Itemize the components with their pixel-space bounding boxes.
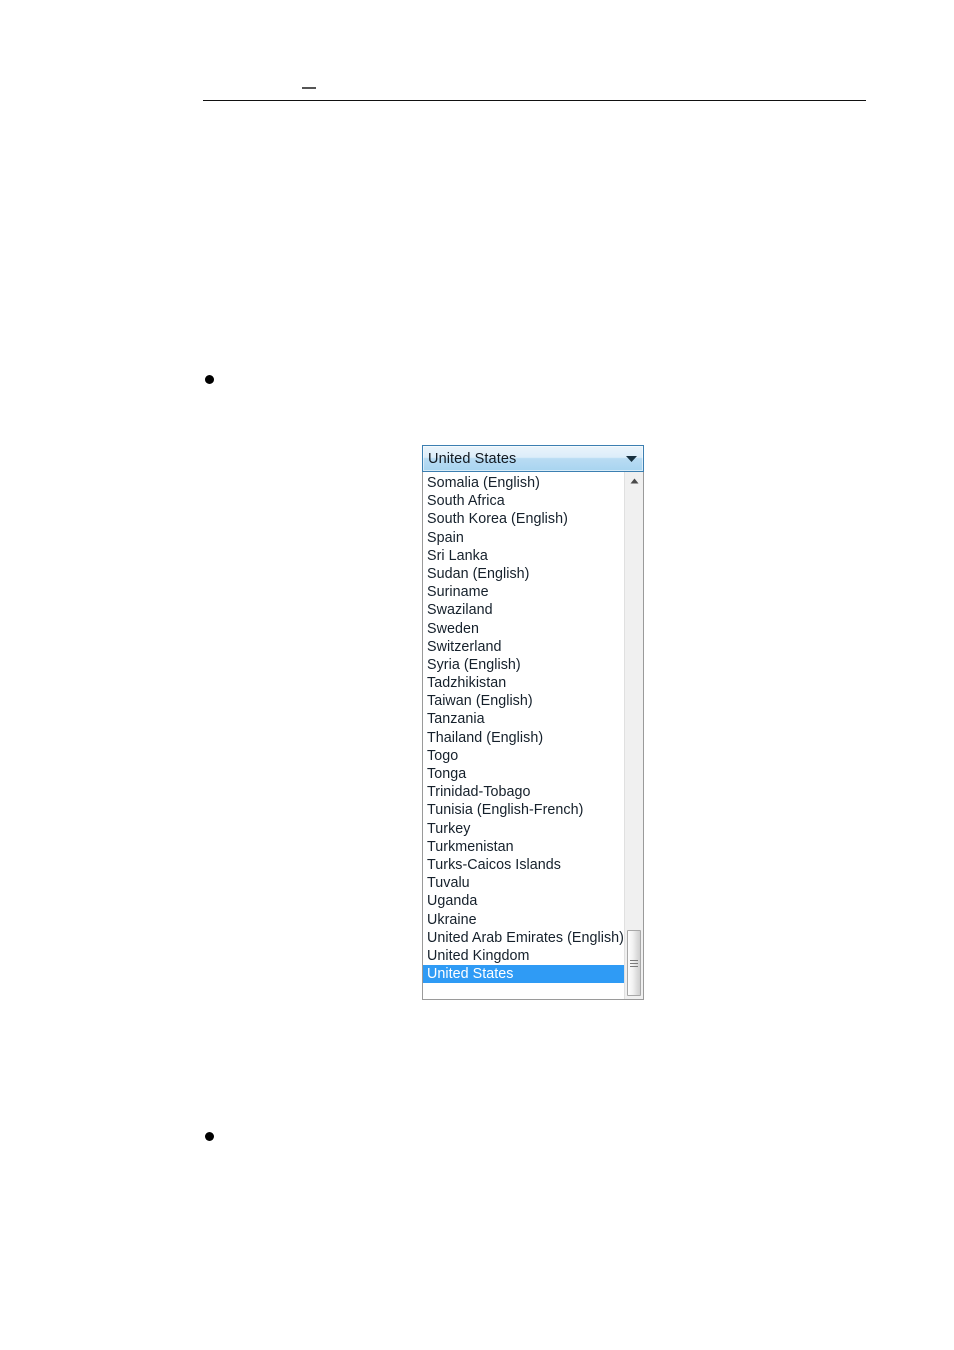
combobox-selected-value: United States	[428, 450, 517, 467]
document-page: United States Somalia (English) South Afr…	[0, 0, 954, 1350]
dropdown-option[interactable]: Sudan (English)	[423, 565, 624, 583]
dropdown-option[interactable]: Turkmenistan	[423, 838, 624, 856]
dropdown-option[interactable]: United States	[423, 965, 624, 984]
dropdown-option[interactable]: Ukraine	[423, 911, 624, 929]
dropdown-option[interactable]: Taiwan (English)	[423, 692, 624, 710]
dropdown-option[interactable]: Turkey	[423, 820, 624, 838]
dropdown-option[interactable]: Thailand (English)	[423, 729, 624, 747]
country-combobox[interactable]: United States Somalia (English) South Afr…	[422, 445, 644, 1000]
dropdown-option[interactable]: United Kingdom	[423, 947, 624, 965]
dropdown-option[interactable]: Suriname	[423, 583, 624, 601]
dropdown-option[interactable]: Sri Lanka	[423, 547, 624, 565]
list-bullet-marker	[205, 1132, 214, 1141]
dropdown-option[interactable]: South Korea (English)	[423, 510, 624, 528]
dropdown-option[interactable]: Tonga	[423, 765, 624, 783]
dropdown-option[interactable]: Uganda	[423, 892, 624, 910]
dropdown-option[interactable]: Turks-Caicos Islands	[423, 856, 624, 874]
scroll-up-arrow-icon[interactable]	[625, 472, 643, 490]
dropdown-option[interactable]: Sweden	[423, 620, 624, 638]
dropdown-option[interactable]: South Africa	[423, 492, 624, 510]
combobox-field[interactable]: United States	[422, 445, 644, 472]
dropdown-option[interactable]: Swaziland	[423, 601, 624, 619]
dropdown-option[interactable]: Togo	[423, 747, 624, 765]
dropdown-options[interactable]: Somalia (English) South Africa South Korea…	[423, 472, 624, 999]
header-rule-divider	[203, 100, 866, 101]
scrollbar-track[interactable]	[625, 490, 643, 999]
dropdown-option[interactable]: Tadzhikistan	[423, 674, 624, 692]
list-bullet-marker	[205, 375, 214, 384]
dropdown-option[interactable]: Tunisia (English-French)	[423, 801, 624, 819]
dropdown-scrollbar[interactable]	[624, 472, 643, 999]
dropdown-option[interactable]: Tuvalu	[423, 874, 624, 892]
dropdown-option[interactable]: Trinidad-Tobago	[423, 783, 624, 801]
dropdown-option[interactable]: Spain	[423, 529, 624, 547]
combobox-dropdown-list[interactable]: Somalia (English) South Africa South Korea…	[422, 472, 644, 1000]
dropdown-option[interactable]: United Arab Emirates (English)	[423, 929, 624, 947]
dropdown-option[interactable]: Somalia (English)	[423, 474, 624, 492]
scrollbar-thumb-grip-icon	[630, 958, 638, 969]
dropdown-option[interactable]: Tanzania	[423, 710, 624, 728]
chevron-down-icon[interactable]	[619, 446, 643, 471]
dropdown-option[interactable]: Switzerland	[423, 638, 624, 656]
header-dash-mark	[302, 87, 316, 89]
dropdown-option[interactable]: Syria (English)	[423, 656, 624, 674]
scrollbar-thumb[interactable]	[627, 930, 641, 996]
